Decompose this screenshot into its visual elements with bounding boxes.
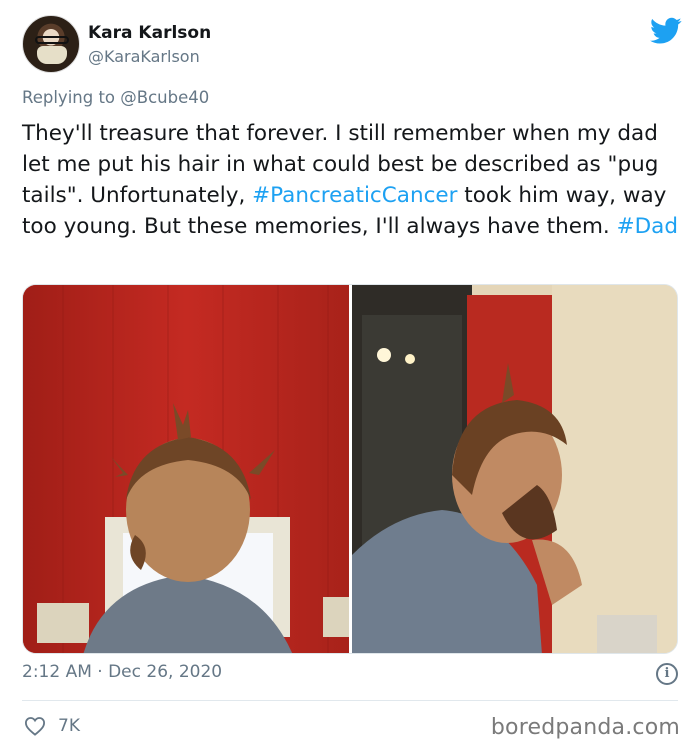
avatar-glasses [35, 36, 69, 44]
watermark: boredpanda.com [490, 715, 680, 740]
photo-back-of-head-image [23, 285, 349, 653]
avatar[interactable] [22, 15, 80, 73]
hashtag-dad[interactable]: #Dad [617, 214, 678, 239]
like-action[interactable]: 7K [24, 716, 80, 736]
photo-back-of-head[interactable] [23, 285, 349, 653]
tweet-timestamp[interactable]: 2:12 AM · Dec 26, 2020 [22, 662, 222, 682]
tweet-media [22, 284, 678, 654]
reply-prefix: Replying to [22, 88, 116, 107]
user-handle[interactable]: @KaraKarlson [88, 47, 200, 66]
tweet-header: Kara Karlson @KaraKarlson [22, 15, 682, 75]
twitter-bird-icon[interactable] [650, 17, 682, 45]
reply-context: Replying to @Bcube40 [22, 88, 209, 107]
photo-side-profile[interactable] [352, 285, 677, 653]
like-count: 7K [58, 716, 80, 736]
reply-mention-link[interactable]: @Bcube40 [120, 88, 209, 107]
tweet-text: They'll treasure that forever. I still r… [22, 118, 682, 242]
photo-side-profile-image [352, 285, 677, 653]
divider [22, 700, 678, 701]
heart-icon[interactable] [24, 716, 46, 736]
user-name[interactable]: Kara Karlson [88, 23, 211, 43]
hashtag-pancreatic-cancer[interactable]: #PancreaticCancer [252, 183, 457, 208]
info-icon[interactable]: i [656, 663, 678, 685]
avatar-mask [37, 46, 67, 64]
